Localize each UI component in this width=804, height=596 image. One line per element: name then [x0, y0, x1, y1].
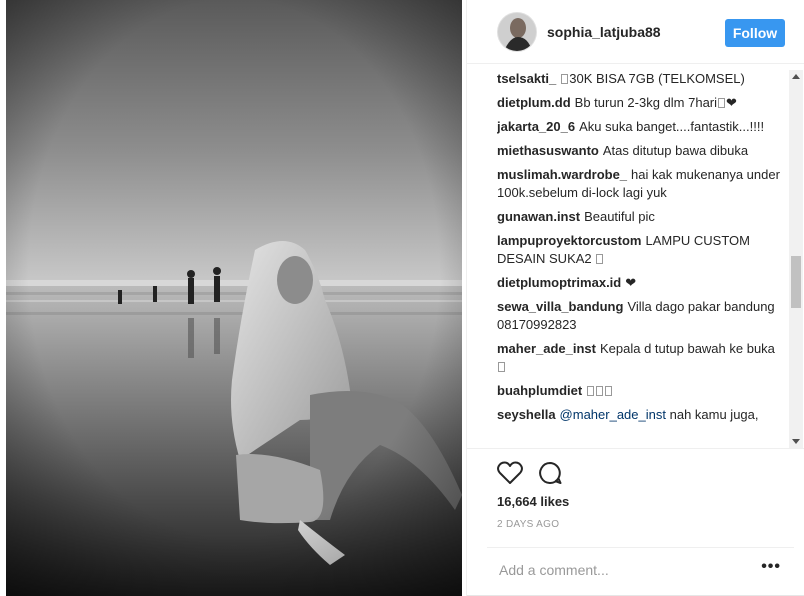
follow-button[interactable]: Follow [725, 19, 785, 47]
heart-icon[interactable] [497, 461, 523, 490]
comment-username[interactable]: lampuproyektorcustom [497, 233, 641, 248]
add-comment-row: ••• [487, 547, 794, 587]
comment-username[interactable]: muslimah.wardrobe_ [497, 167, 627, 182]
comment-username[interactable]: dietplumoptrimax.id [497, 275, 621, 290]
emoji-placeholder-icon [596, 254, 604, 264]
comment-item: sewa_villa_bandung Villa dago pakar bandu… [497, 298, 785, 334]
post-photo[interactable] [0, 0, 466, 596]
comment-item: dietplumoptrimax.id ❤ [497, 274, 785, 292]
comment-item: gunawan.inst Beautiful pic [497, 208, 785, 226]
comment-username[interactable]: sewa_villa_bandung [497, 299, 623, 314]
post-actions: 16,664 likes 2 DAYS AGO ••• [467, 448, 804, 596]
emoji-placeholder-icon [587, 386, 595, 396]
comment-text: ❤ [625, 275, 637, 290]
instagram-post: sophia_latjuba88 Follow tselsakti_ 30K BI… [0, 0, 804, 596]
comments-scrollbar[interactable] [789, 70, 803, 448]
comment-item: seyshella @maher_ade_inst nah kamu juga, [497, 406, 785, 424]
add-comment-input[interactable] [497, 559, 751, 581]
comment-list[interactable]: tselsakti_ 30K BISA 7GB (TELKOMSEL) dietp… [497, 70, 785, 448]
post-header: sophia_latjuba88 Follow [467, 0, 804, 64]
profile-photo-image [498, 13, 536, 51]
comment-username[interactable]: dietplum.dd [497, 95, 571, 110]
emoji-placeholder-icon [498, 362, 505, 372]
comment-item: dietplum.dd Bb turun 2-3kg dlm 7hari ❤ [497, 94, 785, 112]
emoji-placeholder-icon [561, 74, 569, 84]
more-options-icon[interactable]: ••• [761, 558, 781, 576]
comment-username[interactable]: seyshella [497, 407, 556, 422]
comment-username[interactable]: tselsakti_ [497, 71, 556, 86]
post-timestamp[interactable]: 2 DAYS AGO [497, 519, 559, 530]
comment-item: lampuproyektorcustom LAMPU CUSTOM DESAIN … [497, 232, 785, 268]
comment-text: Beautiful pic [584, 209, 655, 224]
comment-item: tselsakti_ 30K BISA 7GB (TELKOMSEL) [497, 70, 785, 88]
scrollbar-thumb[interactable] [791, 256, 801, 308]
comment-text: Atas ditutup bawa dibuka [602, 143, 749, 158]
comment-item: miethasuswanto Atas ditutup bawa dibuka [497, 142, 785, 160]
comment-text-suffix: ❤ [726, 95, 737, 110]
beach-photo-image [6, 0, 462, 596]
avatar[interactable] [498, 13, 536, 51]
comment-username[interactable]: buahplumdiet [497, 383, 582, 398]
comment-username[interactable]: maher_ade_inst [497, 341, 596, 356]
post-sidebar: sophia_latjuba88 Follow tselsakti_ 30K BI… [466, 0, 804, 596]
emoji-placeholder-icon [596, 386, 604, 396]
comment-username[interactable]: gunawan.inst [497, 209, 580, 224]
post-author-username[interactable]: sophia_latjuba88 [547, 24, 661, 40]
emoji-placeholder-icon [718, 98, 726, 108]
comment-item: jakarta_20_6 Aku suka banget....fantastik… [497, 118, 785, 136]
comment-username[interactable]: miethasuswanto [497, 143, 599, 158]
comment-text: Bb turun 2-3kg dlm 7hari [574, 95, 718, 110]
comment-item: maher_ade_inst Kepala d tutup bawah ke bu… [497, 340, 785, 376]
comment-text: Aku suka banget....fantastik...!!!! [579, 119, 765, 134]
scroll-up-arrow-icon[interactable] [792, 74, 800, 79]
comment-item: muslimah.wardrobe_ hai kak mukenanya unde… [497, 166, 785, 202]
comment-item: buahplumdiet [497, 382, 785, 400]
scroll-down-arrow-icon[interactable] [792, 439, 800, 444]
comment-username[interactable]: jakarta_20_6 [497, 119, 575, 134]
comment-text: nah kamu juga, [669, 407, 759, 422]
comment-mention-link[interactable]: @maher_ade_inst [560, 407, 666, 422]
comment-text: 30K BISA 7GB (TELKOMSEL) [569, 71, 745, 86]
emoji-placeholder-icon [605, 386, 613, 396]
comment-text: Kepala d tutup bawah ke buka [600, 341, 775, 356]
comment-icon[interactable] [538, 461, 562, 490]
likes-count[interactable]: 16,664 likes [497, 494, 569, 509]
